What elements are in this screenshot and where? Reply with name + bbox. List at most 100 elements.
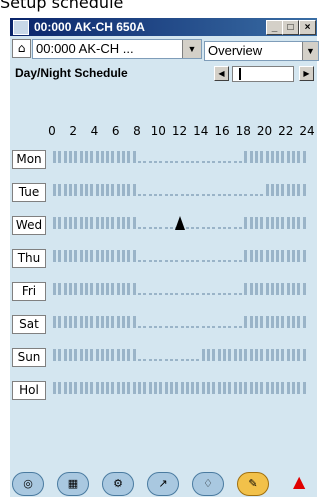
schedule-cell[interactable]: [196, 227, 199, 229]
schedule-cell[interactable]: [202, 161, 205, 163]
schedule-cell[interactable]: [117, 151, 120, 163]
schedule-cell[interactable]: [58, 151, 61, 163]
schedule-cell[interactable]: [218, 260, 221, 262]
schedule-cell[interactable]: [127, 250, 130, 262]
schedule-cell[interactable]: [207, 194, 210, 196]
schedule-cell[interactable]: [170, 194, 173, 196]
schedule-cell[interactable]: [297, 184, 300, 196]
schedule-cell[interactable]: [228, 227, 231, 229]
schedule-cell[interactable]: [69, 151, 72, 163]
schedule-cell[interactable]: [255, 382, 258, 394]
chevron-down-icon[interactable]: ▼: [182, 40, 201, 58]
schedule-cell[interactable]: [281, 316, 284, 328]
schedule-cell[interactable]: [154, 382, 157, 394]
schedule-cell[interactable]: [281, 283, 284, 295]
schedule-cell[interactable]: [53, 217, 56, 229]
schedule-cell[interactable]: [271, 382, 274, 394]
schedule-cell[interactable]: [181, 194, 184, 196]
schedule-cell[interactable]: [138, 194, 141, 196]
schedule-cell[interactable]: [244, 250, 247, 262]
schedule-cell[interactable]: [96, 217, 99, 229]
schedule-cell[interactable]: [138, 260, 141, 262]
table-button[interactable]: ▦: [57, 472, 89, 496]
schedule-cell[interactable]: [90, 151, 93, 163]
schedule-cell[interactable]: [138, 161, 141, 163]
schedule-cell[interactable]: [244, 194, 247, 196]
schedule-cell[interactable]: [122, 184, 125, 196]
schedule-cell[interactable]: [159, 161, 162, 163]
schedule-cell[interactable]: [111, 349, 114, 361]
schedule-cell[interactable]: [297, 349, 300, 361]
schedule-cell[interactable]: [202, 293, 205, 295]
tools-button[interactable]: ⚙: [102, 472, 134, 496]
schedule-cell[interactable]: [244, 316, 247, 328]
schedule-cell[interactable]: [186, 359, 189, 361]
view-combo[interactable]: Overview ▼: [204, 41, 319, 61]
schedule-cell[interactable]: [239, 349, 242, 361]
alarm-icon[interactable]: ▲: [293, 474, 309, 490]
schedule-cell[interactable]: [191, 260, 194, 262]
schedule-cell[interactable]: [127, 217, 130, 229]
wrench-button[interactable]: ✎: [237, 472, 269, 496]
schedule-cell[interactable]: [64, 382, 67, 394]
schedule-cell[interactable]: [244, 382, 247, 394]
schedule-cell[interactable]: [175, 161, 178, 163]
schedule-cell[interactable]: [196, 161, 199, 163]
home-button[interactable]: ⌂: [12, 39, 31, 58]
schedule-cell[interactable]: [292, 250, 295, 262]
schedule-cell[interactable]: [191, 382, 194, 394]
schedule-cell[interactable]: [58, 217, 61, 229]
schedule-cell[interactable]: [228, 260, 231, 262]
schedule-cell[interactable]: [260, 316, 263, 328]
schedule-cell[interactable]: [69, 184, 72, 196]
schedule-cell[interactable]: [287, 382, 290, 394]
schedule-cell[interactable]: [64, 217, 67, 229]
schedule-cell[interactable]: [207, 349, 210, 361]
schedule-cell[interactable]: [90, 184, 93, 196]
schedule-cell[interactable]: [276, 151, 279, 163]
schedule-cell[interactable]: [271, 349, 274, 361]
schedule-cell[interactable]: [234, 161, 237, 163]
schedule-cell[interactable]: [106, 382, 109, 394]
schedule-cell[interactable]: [186, 194, 189, 196]
schedule-cell[interactable]: [154, 227, 157, 229]
schedule-cell[interactable]: [85, 250, 88, 262]
schedule-cell[interactable]: [149, 227, 152, 229]
schedule-cell[interactable]: [196, 293, 199, 295]
schedule-cell[interactable]: [122, 316, 125, 328]
day-button-sun[interactable]: Sun: [12, 348, 46, 367]
schedule-cell[interactable]: [239, 194, 242, 196]
schedule-cell[interactable]: [96, 184, 99, 196]
schedule-cell[interactable]: [111, 283, 114, 295]
schedule-cell[interactable]: [250, 194, 253, 196]
schedule-cell[interactable]: [170, 293, 173, 295]
schedule-cell[interactable]: [165, 260, 168, 262]
schedule-cell[interactable]: [266, 316, 269, 328]
schedule-cell[interactable]: [165, 293, 168, 295]
schedule-cell[interactable]: [196, 194, 199, 196]
schedule-cell[interactable]: [106, 283, 109, 295]
schedule-cell[interactable]: [292, 217, 295, 229]
schedule-cell[interactable]: [239, 382, 242, 394]
schedule-cell[interactable]: [281, 217, 284, 229]
schedule-cell[interactable]: [281, 184, 284, 196]
schedule-cell[interactable]: [143, 326, 146, 328]
schedule-cell[interactable]: [127, 184, 130, 196]
day-button-tue[interactable]: Tue: [12, 183, 46, 202]
schedule-cell[interactable]: [122, 382, 125, 394]
schedule-cell[interactable]: [143, 227, 146, 229]
close-button[interactable]: ×: [299, 20, 316, 35]
schedule-cell[interactable]: [239, 326, 242, 328]
schedule-cell[interactable]: [165, 326, 168, 328]
day-button-mon[interactable]: Mon: [12, 150, 46, 169]
schedule-cell[interactable]: [138, 359, 141, 361]
schedule-cell[interactable]: [276, 382, 279, 394]
schedule-cell[interactable]: [271, 217, 274, 229]
schedule-cell[interactable]: [250, 316, 253, 328]
schedule-cell[interactable]: [303, 349, 306, 361]
schedule-cell[interactable]: [159, 382, 162, 394]
schedule-cell[interactable]: [191, 194, 194, 196]
schedule-cell[interactable]: [106, 250, 109, 262]
schedule-cell[interactable]: [191, 326, 194, 328]
schedule-cell[interactable]: [127, 349, 130, 361]
